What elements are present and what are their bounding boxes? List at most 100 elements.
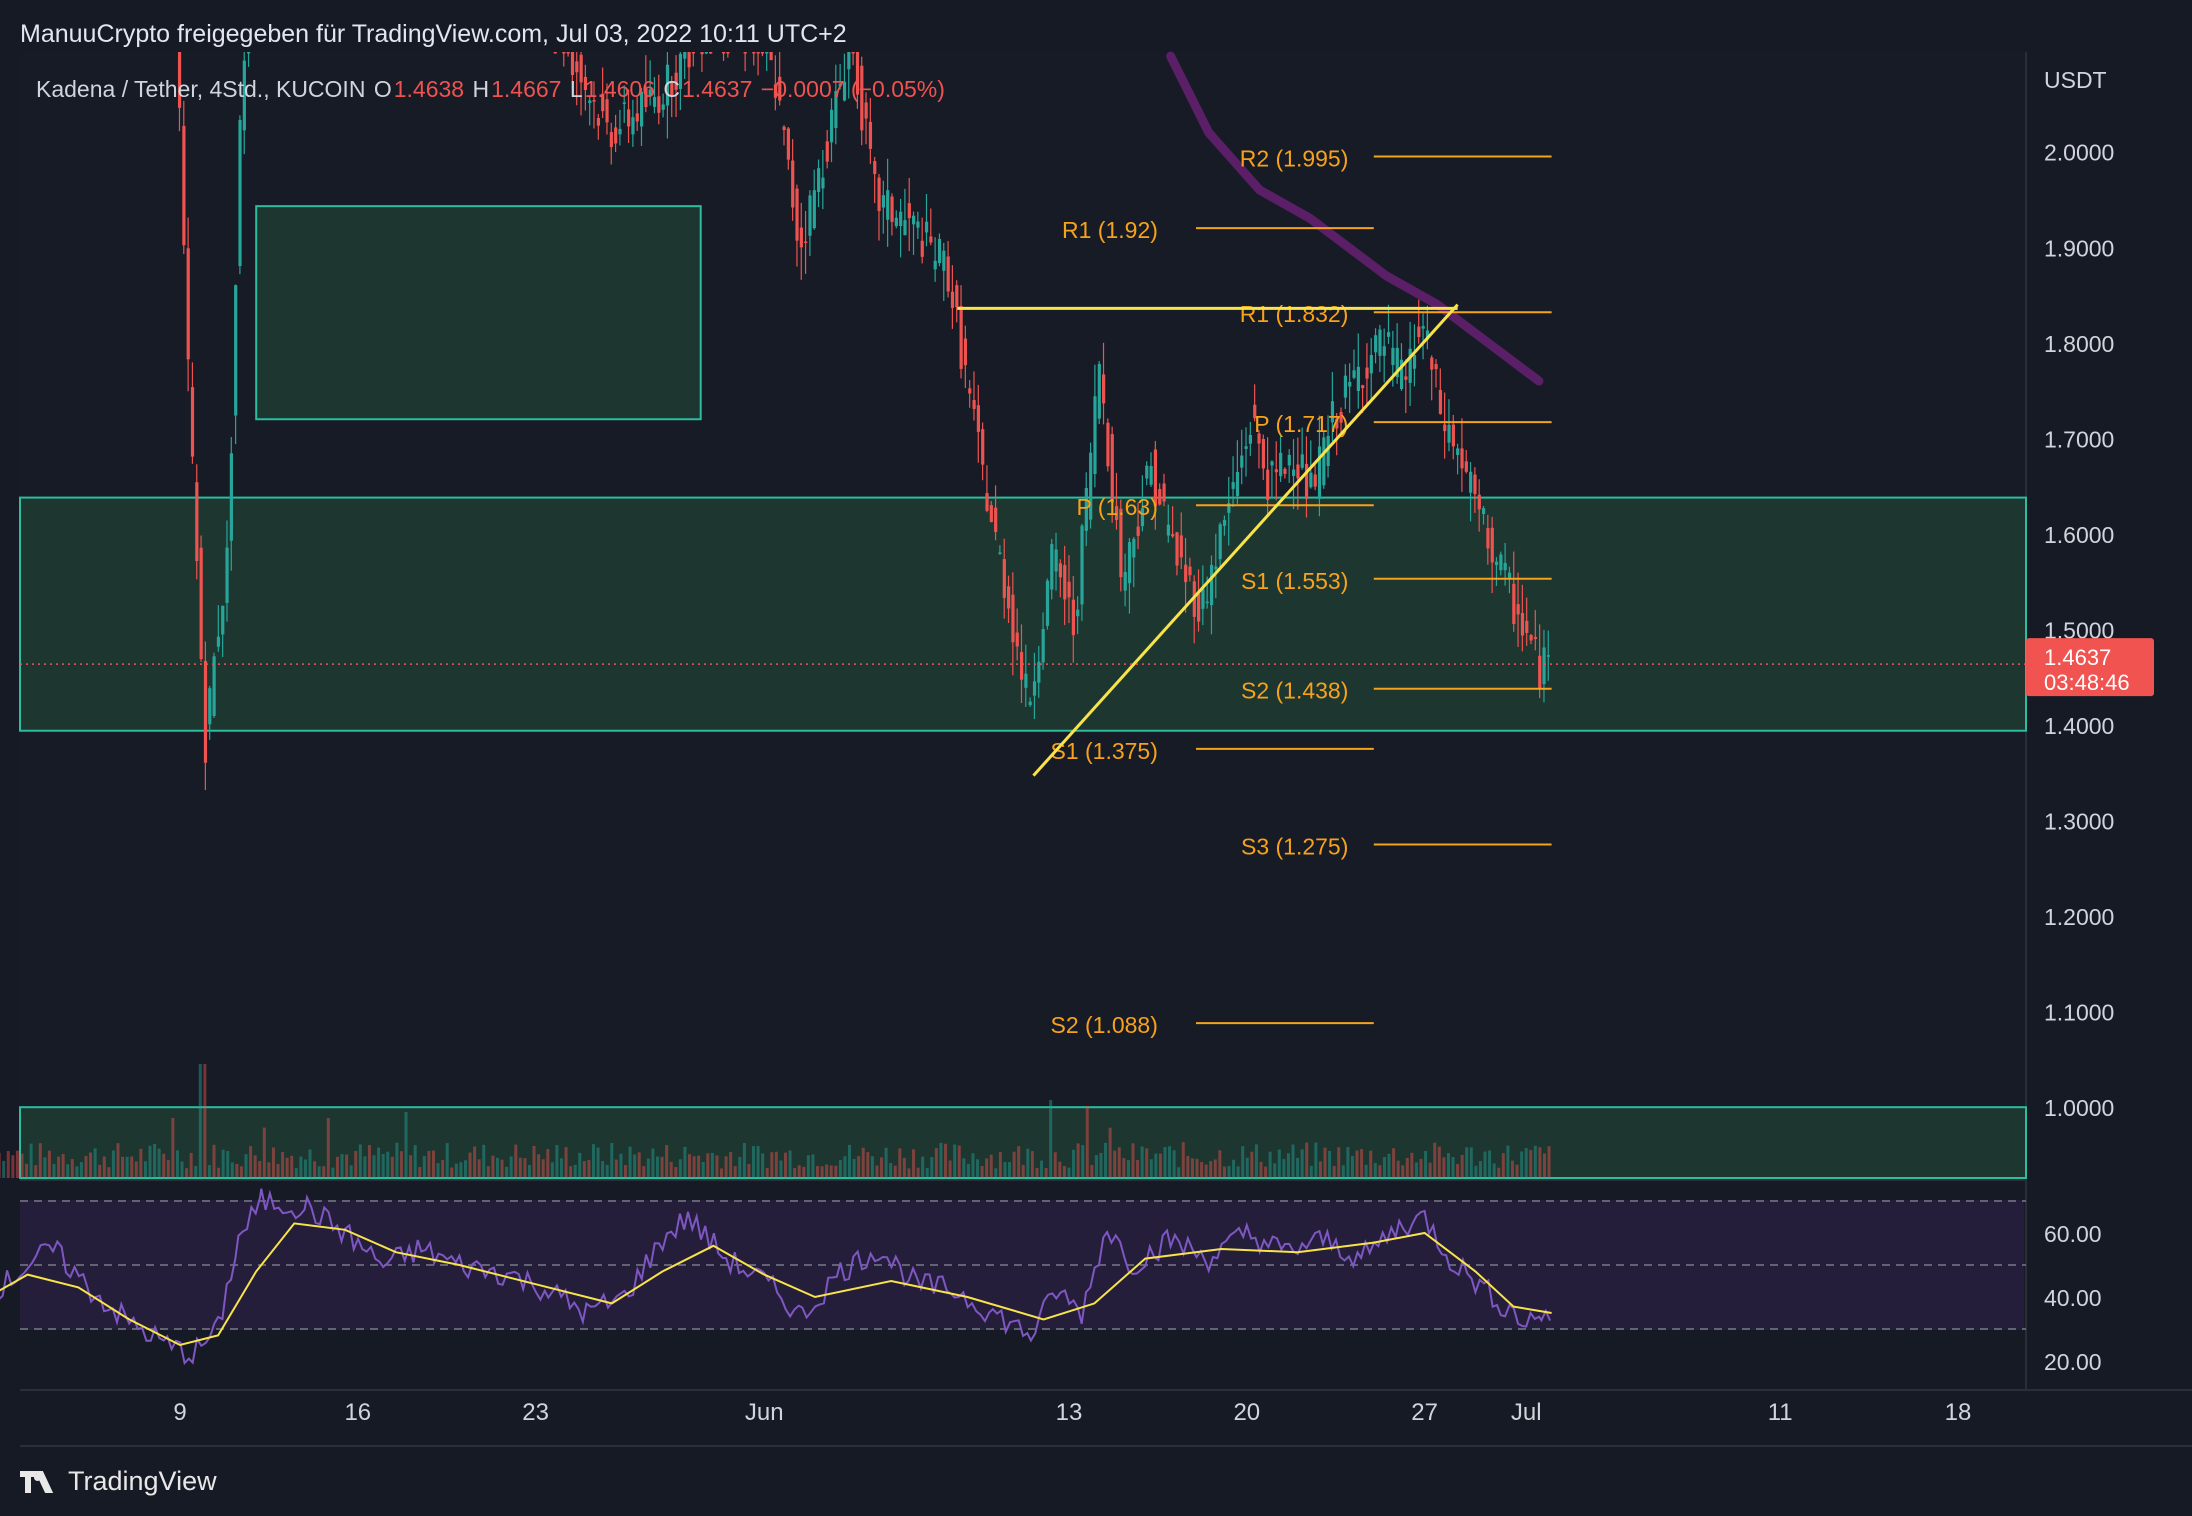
volume-bar [820, 1166, 824, 1178]
candle [791, 160, 795, 208]
volume-bar [271, 1147, 275, 1178]
volume-bar [43, 1157, 47, 1178]
price-tick-label: 1.6000 [2044, 522, 2114, 548]
volume-bar [1378, 1165, 1382, 1178]
candle [1063, 565, 1067, 600]
candle [208, 688, 212, 725]
volume-bar [468, 1152, 472, 1178]
volume-bar [683, 1146, 687, 1178]
volume-bar [825, 1164, 829, 1178]
pivot-level-label: S3 (1.275) [1241, 833, 1348, 859]
candle [881, 195, 886, 208]
candle [1197, 593, 1201, 622]
candle [1270, 461, 1274, 466]
price-chart[interactable]: R1 (1.92) P (1.63) S1 (1.375) S2 (1.088) R2 … [0, 0, 2192, 1516]
candle [182, 125, 186, 246]
candle [199, 547, 203, 659]
pivot-level-label: S1 (1.553) [1241, 568, 1348, 594]
tradingview-logo[interactable]: TradingView [20, 1466, 217, 1497]
high-value: 1.4667 [491, 76, 562, 102]
volume-bar [281, 1151, 285, 1178]
candle [726, 52, 730, 54]
volume-bar [1099, 1153, 1103, 1178]
volume-bar [816, 1166, 820, 1178]
candle [1080, 525, 1084, 605]
candle [1482, 508, 1486, 514]
demand-zone-1[interactable] [19, 496, 2027, 732]
volume-bar [418, 1167, 422, 1178]
volume-bar [1451, 1157, 1455, 1178]
volume-bar [413, 1145, 417, 1178]
volume-bar [1506, 1145, 1510, 1178]
volume-bar [189, 1152, 193, 1178]
candle [1369, 354, 1373, 374]
candle [873, 161, 877, 175]
volume-bar [1282, 1159, 1286, 1178]
volume-bar [710, 1152, 714, 1178]
volume-bar [139, 1148, 143, 1178]
volume-bar [1126, 1160, 1130, 1178]
volume-bar [829, 1165, 833, 1178]
volume-bar [697, 1155, 701, 1178]
candle [1045, 580, 1050, 626]
volume-bar [322, 1166, 326, 1178]
volume-bar [646, 1158, 650, 1178]
volume-bar [1062, 1165, 1066, 1178]
volume-bar [715, 1155, 719, 1178]
volume-bar [1428, 1162, 1432, 1178]
volume-bar [1369, 1150, 1373, 1178]
demand-zone-3[interactable] [255, 205, 702, 421]
volume-bar [367, 1145, 371, 1178]
candle [1209, 564, 1214, 606]
volume-bar [1049, 1100, 1053, 1178]
candle [212, 656, 216, 716]
volume-bar [527, 1165, 531, 1178]
candle [203, 660, 208, 763]
candle [1292, 469, 1296, 477]
candle [1248, 435, 1253, 444]
candle [238, 119, 242, 266]
candle [1348, 381, 1352, 387]
candle [851, 52, 855, 54]
candle [562, 52, 566, 54]
volume-bar [701, 1161, 705, 1178]
volume-bar [1350, 1155, 1354, 1178]
candle [890, 196, 894, 222]
candle [1123, 571, 1127, 591]
volume-bar [399, 1151, 403, 1178]
candle [1222, 520, 1227, 526]
symbol-name[interactable]: Kadena / Tether, 4Std., KUCOIN [36, 76, 365, 102]
candle [190, 387, 195, 457]
candle [1391, 347, 1395, 366]
volume-bar [532, 1145, 536, 1178]
candle [1266, 469, 1270, 500]
candle [1494, 561, 1499, 566]
volume-bar [212, 1144, 216, 1178]
volume-bar [20, 1153, 24, 1178]
volume-bar [884, 1147, 888, 1178]
volume-bar [880, 1157, 884, 1178]
candle [812, 190, 816, 229]
volume-bar [948, 1160, 952, 1178]
volume-bar [1474, 1165, 1478, 1178]
volume-bar [422, 1156, 426, 1178]
volume-bar [1323, 1147, 1327, 1178]
volume-bar [340, 1154, 344, 1178]
volume-bar [1076, 1143, 1080, 1178]
volume-bar [678, 1159, 682, 1178]
volume-bar [962, 1158, 966, 1178]
volume-bar [1145, 1148, 1149, 1178]
volume-bar [1465, 1147, 1469, 1178]
volume-bar [1117, 1147, 1121, 1178]
volume-bar [921, 1156, 925, 1178]
candle [976, 405, 980, 432]
candle [1145, 465, 1149, 479]
volume-bar [134, 1161, 138, 1178]
volume-bar [1222, 1166, 1226, 1178]
volume-bar [1017, 1146, 1021, 1178]
candle [1525, 620, 1529, 633]
candle [1235, 471, 1240, 496]
volume-bar [1227, 1165, 1231, 1178]
volume-bar [1373, 1163, 1377, 1178]
candle [1546, 655, 1550, 657]
